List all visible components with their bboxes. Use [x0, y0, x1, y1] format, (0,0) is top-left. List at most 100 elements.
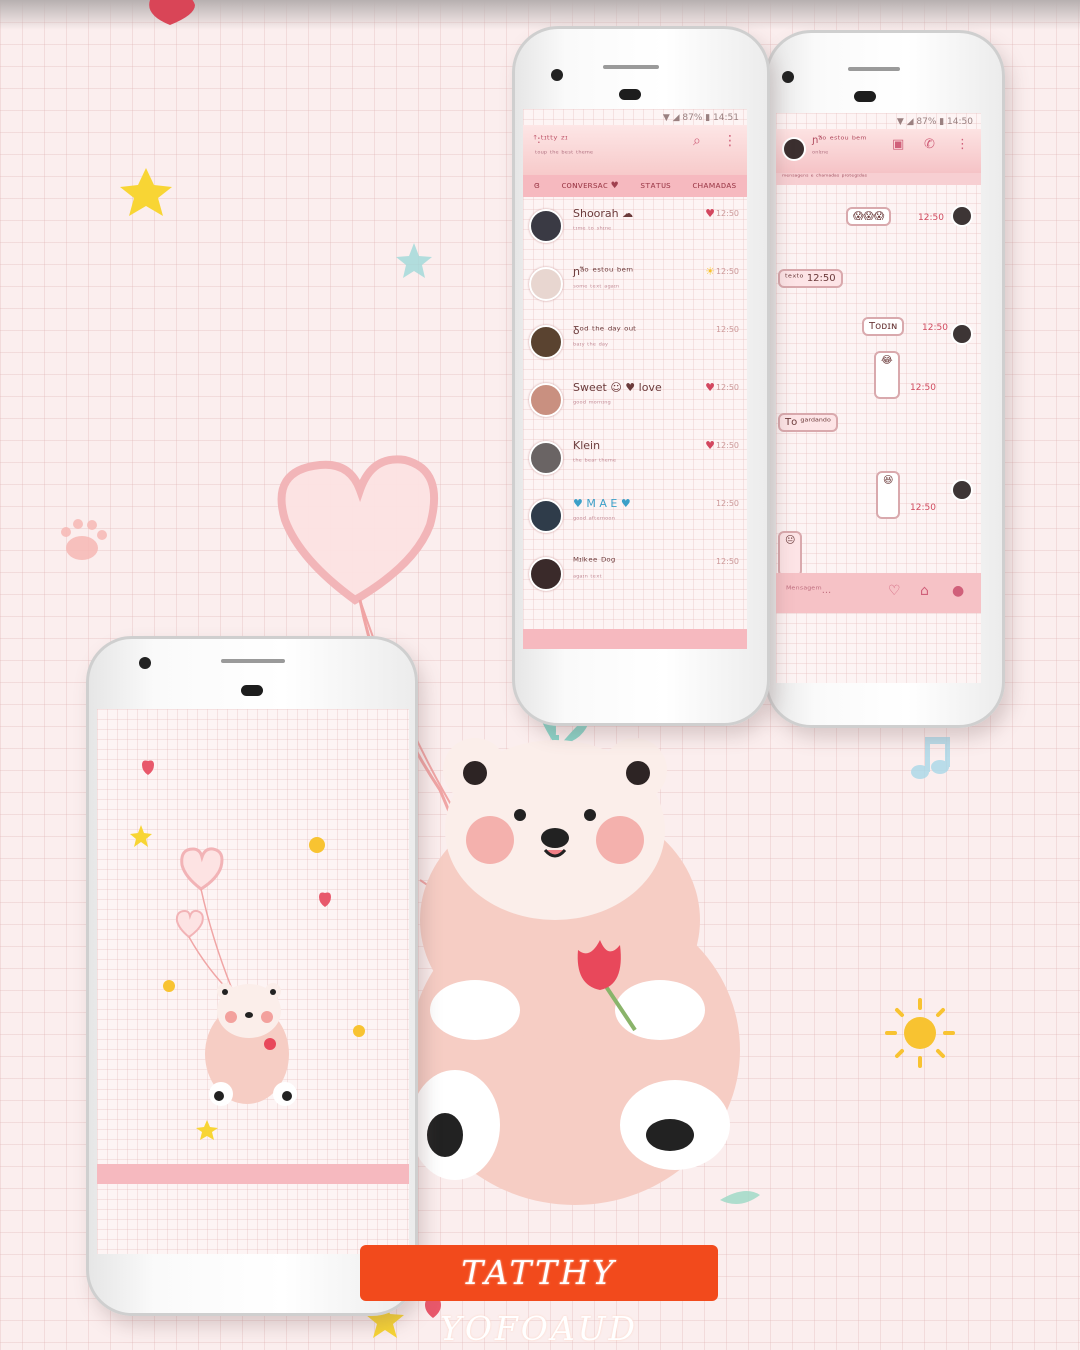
sun-icon: [353, 1025, 365, 1037]
list-item[interactable]: Ᵹᵒᵈ ᵗʰᵉ ᵈᵃʸ ᵒᵘᵗ ᵇᵃᶦʸ ᵗʰᵉ ᵈᵃʸ 12:50: [529, 317, 741, 375]
message-input-bar[interactable]: ᴹᵉⁿˢᵃᵍᵉᵐ... ♡ ⌂ ●: [776, 573, 981, 613]
sticker-icon: ♥: [705, 439, 715, 452]
heart-balloon-icon: [175, 909, 204, 939]
avatar[interactable]: [529, 325, 563, 359]
home-wallpaper: [97, 760, 409, 1184]
status-bar: ▼ ◢ 87% ▮ 14:50: [896, 117, 973, 127]
avatar[interactable]: [529, 557, 563, 591]
chat-preview: ᵍᵒᵒᵈ ᵃᶠᵗᵉʳⁿᵒᵒⁿ: [573, 515, 615, 524]
message-bubble-incoming[interactable]: Tᴏ ᵍᵃʳᵈᵃⁿᵈᵒ: [778, 413, 839, 432]
list-item[interactable]: ᴹᶦˡᵏᵉᵉ ᴰᵒᵍ ᵃᵍᵃᶦⁿ ᵗᵉˣᵗ 12:50: [529, 549, 741, 607]
message-time: 12:50: [910, 503, 936, 513]
chat-preview: ˢᵒᵐᵉ ᵗᵉˣᵗ ᵃᵍᵃᶦⁿ: [573, 283, 620, 292]
sender-avatar: [951, 205, 973, 227]
tab-calls[interactable]: ᴄʜᴀᴍᴀᴅᴀs: [692, 181, 736, 191]
camera-icon[interactable]: ⌂: [920, 583, 929, 599]
tab-chats[interactable]: ᴄᴏɴᴠᴇʀsᴀᴄ ♥: [561, 181, 618, 191]
list-item[interactable]: Shoorah ☁ ᵗᶦᵐᵉ ᵗᵒ ˢʰᶦⁿᵉ ♥ 12:50: [529, 201, 741, 259]
message-bubble-incoming[interactable]: 😐: [778, 531, 803, 577]
small-bear-illustration: [205, 983, 297, 1106]
chat-name: Sweet ☺ ♥ love: [573, 381, 662, 394]
more-vert-icon[interactable]: ⋮: [956, 137, 969, 152]
speaker-grille: [221, 659, 285, 663]
chat-time: 12:50: [715, 209, 739, 218]
message-time: 12:50: [918, 213, 944, 223]
star-icon: [196, 1120, 218, 1140]
tab-bar: ɞ ᴄᴏɴᴠᴇʀsᴀᴄ ♥ sᴛᴀᴛᴜs ᴄʜᴀᴍᴀᴅᴀs: [523, 175, 747, 197]
chat-name: ɲᵃ̃ᵒ ᵉˢᵗᵒᵘ ᵇᵉᵐ: [573, 265, 634, 278]
tab-status[interactable]: sᴛᴀᴛᴜs: [640, 181, 670, 191]
app-title: ꜛ:ᵗᶦᵗᵗʸ ᶻᶦ: [533, 133, 568, 146]
chat-time: 12:50: [715, 267, 739, 276]
list-item[interactable]: ɲᵃ̃ᵒ ᵉˢᵗᵒᵘ ᵇᵉᵐ ˢᵒᵐᵉ ᵗᵉˣᵗ ᵃᵍᵃᶦⁿ ☀ 12:50: [529, 259, 741, 317]
conversation-header[interactable]: ɲᵃ̃ᵒ ᵉˢᵗᵒᵘ ᵇᵉᵐ ᵒⁿˡᶦⁿᵉ ▣ ✆ ⋮: [776, 129, 981, 173]
video-call-icon[interactable]: ▣: [892, 137, 904, 152]
message-bubble-outgoing[interactable]: 😆: [876, 471, 901, 519]
chat-name: Klein: [573, 439, 601, 452]
chat-name: Shoorah ☁: [573, 207, 634, 220]
sticker-icon: ♥: [705, 381, 715, 394]
chat-time: 12:50: [715, 557, 739, 566]
yellow-star-icon: [120, 168, 172, 216]
home-screen[interactable]: [97, 709, 409, 1254]
sender-avatar: [951, 323, 973, 345]
front-camera: [139, 657, 151, 669]
search-icon[interactable]: ⌕: [693, 133, 701, 149]
big-bear-illustration: [410, 738, 740, 1205]
list-item[interactable]: Sweet ☺ ♥ love ᵍᵒᵒᵈ ᵐᵒʳⁿᶦⁿᵍ ♥ 12:50: [529, 375, 741, 433]
status-bar: ▼ ◢ 87% ▮ 14:51: [662, 113, 739, 123]
chat-preview: ᵇᵃᶦʸ ᵗʰᵉ ᵈᵃʸ: [573, 341, 608, 350]
avatar[interactable]: [529, 383, 563, 417]
chat-name: Ᵹᵒᵈ ᵗʰᵉ ᵈᵃʸ ᵒᵘᵗ: [573, 324, 637, 337]
message-bubble-outgoing[interactable]: 😱😱😱: [846, 207, 892, 226]
earpiece: [854, 91, 876, 102]
message-time: 12:50: [910, 383, 936, 393]
star-icon: [130, 825, 152, 847]
sun-icon: [309, 837, 325, 853]
chat-time: 12:50: [715, 441, 739, 450]
speaker-grille: [848, 67, 900, 71]
mic-icon[interactable]: ●: [952, 583, 964, 599]
avatar[interactable]: [529, 441, 563, 475]
chat-time: 12:50: [715, 499, 739, 508]
list-item[interactable]: ♥ M A E ♥ ᵍᵒᵒᵈ ᵃᶠᵗᵉʳⁿᵒᵒⁿ 12:50: [529, 491, 741, 549]
front-camera: [551, 69, 563, 81]
tab-camera[interactable]: ɞ: [534, 181, 540, 191]
message-bubble-incoming[interactable]: ᵗᵉˣᵗᵒ 12:50: [778, 269, 843, 288]
chat-list-screen[interactable]: ▼ ◢ 87% ▮ 14:51 ꜛ:ᵗᶦᵗᵗʸ ᶻᶦ ᵗᵒᵘᵖ ᵗʰᵉ ᵇᵉˢᵗ…: [523, 109, 747, 649]
avatar[interactable]: [529, 499, 563, 533]
top-heart-icon: [149, 0, 195, 25]
bottom-heart-icon: [425, 1298, 441, 1318]
attach-icon[interactable]: ♡: [888, 583, 901, 599]
message-time: 12:50: [922, 323, 948, 333]
heart-balloon-icon: [180, 847, 224, 891]
chat-preview: ᵍᵒᵒᵈ ᵐᵒʳⁿᶦⁿᵍ: [573, 399, 611, 408]
message-input[interactable]: ᴹᵉⁿˢᵃᵍᵉᵐ...: [786, 585, 831, 596]
app-bar: ꜛ:ᵗᶦᵗᵗʸ ᶻᶦ ᵗᵒᵘᵖ ᵗʰᵉ ᵇᵉˢᵗ ᵗʰᵉᵐᵉ ⌕ ⋮: [523, 125, 747, 175]
avatar[interactable]: [529, 267, 563, 301]
list-item[interactable]: Klein ᵗʰᵉ ᵇᵉᵃʳ ᵗʰᵉᵐᵉ ♥ 12:50: [529, 433, 741, 491]
chat-preview: ᵗᶦᵐᵉ ᵗᵒ ˢʰᶦⁿᵉ: [573, 225, 612, 234]
sun-icon: [885, 998, 955, 1068]
avatar[interactable]: [782, 137, 806, 161]
chat-preview: ᵃᵍᵃᶦⁿ ᵗᵉˣᵗ: [573, 573, 602, 582]
conversation-screen[interactable]: ▼ ◢ 87% ▮ 14:50 ɲᵃ̃ᵒ ᵉˢᵗᵒᵘ ᵇᵉᵐ ᵒⁿˡᶦⁿᵉ ▣ …: [776, 113, 981, 683]
teal-star-icon: [396, 243, 432, 278]
chat-name: ♥ M A E ♥: [573, 497, 631, 510]
call-icon[interactable]: ✆: [924, 137, 935, 152]
sun-icon: ☀: [705, 265, 715, 278]
message-bubble-outgoing[interactable]: Tᴏᴅɪɴ: [862, 317, 905, 336]
music-note-icon: [911, 737, 950, 779]
paw-icon: [61, 519, 107, 560]
sender-avatar: [951, 479, 973, 501]
more-vert-icon[interactable]: ⋮: [723, 133, 737, 149]
earpiece: [241, 685, 263, 696]
chat-list-footer: [523, 629, 747, 649]
front-camera: [782, 71, 794, 83]
message-bubble-outgoing[interactable]: 😂: [874, 351, 900, 399]
contact-name[interactable]: ɲᵃ̃ᵒ ᵉˢᵗᵒᵘ ᵇᵉᵐ: [812, 135, 867, 146]
chat-list-phone: ▼ ◢ 87% ▮ 14:51 ꜛ:ᵗᶦᵗᵗʸ ᶻᶦ ᵗᵒᵘᵖ ᵗʰᵉ ᵇᵉˢᵗ…: [512, 26, 770, 726]
chat-time: 12:50: [715, 383, 739, 392]
avatar[interactable]: [529, 209, 563, 243]
heart-icon: [319, 892, 331, 907]
